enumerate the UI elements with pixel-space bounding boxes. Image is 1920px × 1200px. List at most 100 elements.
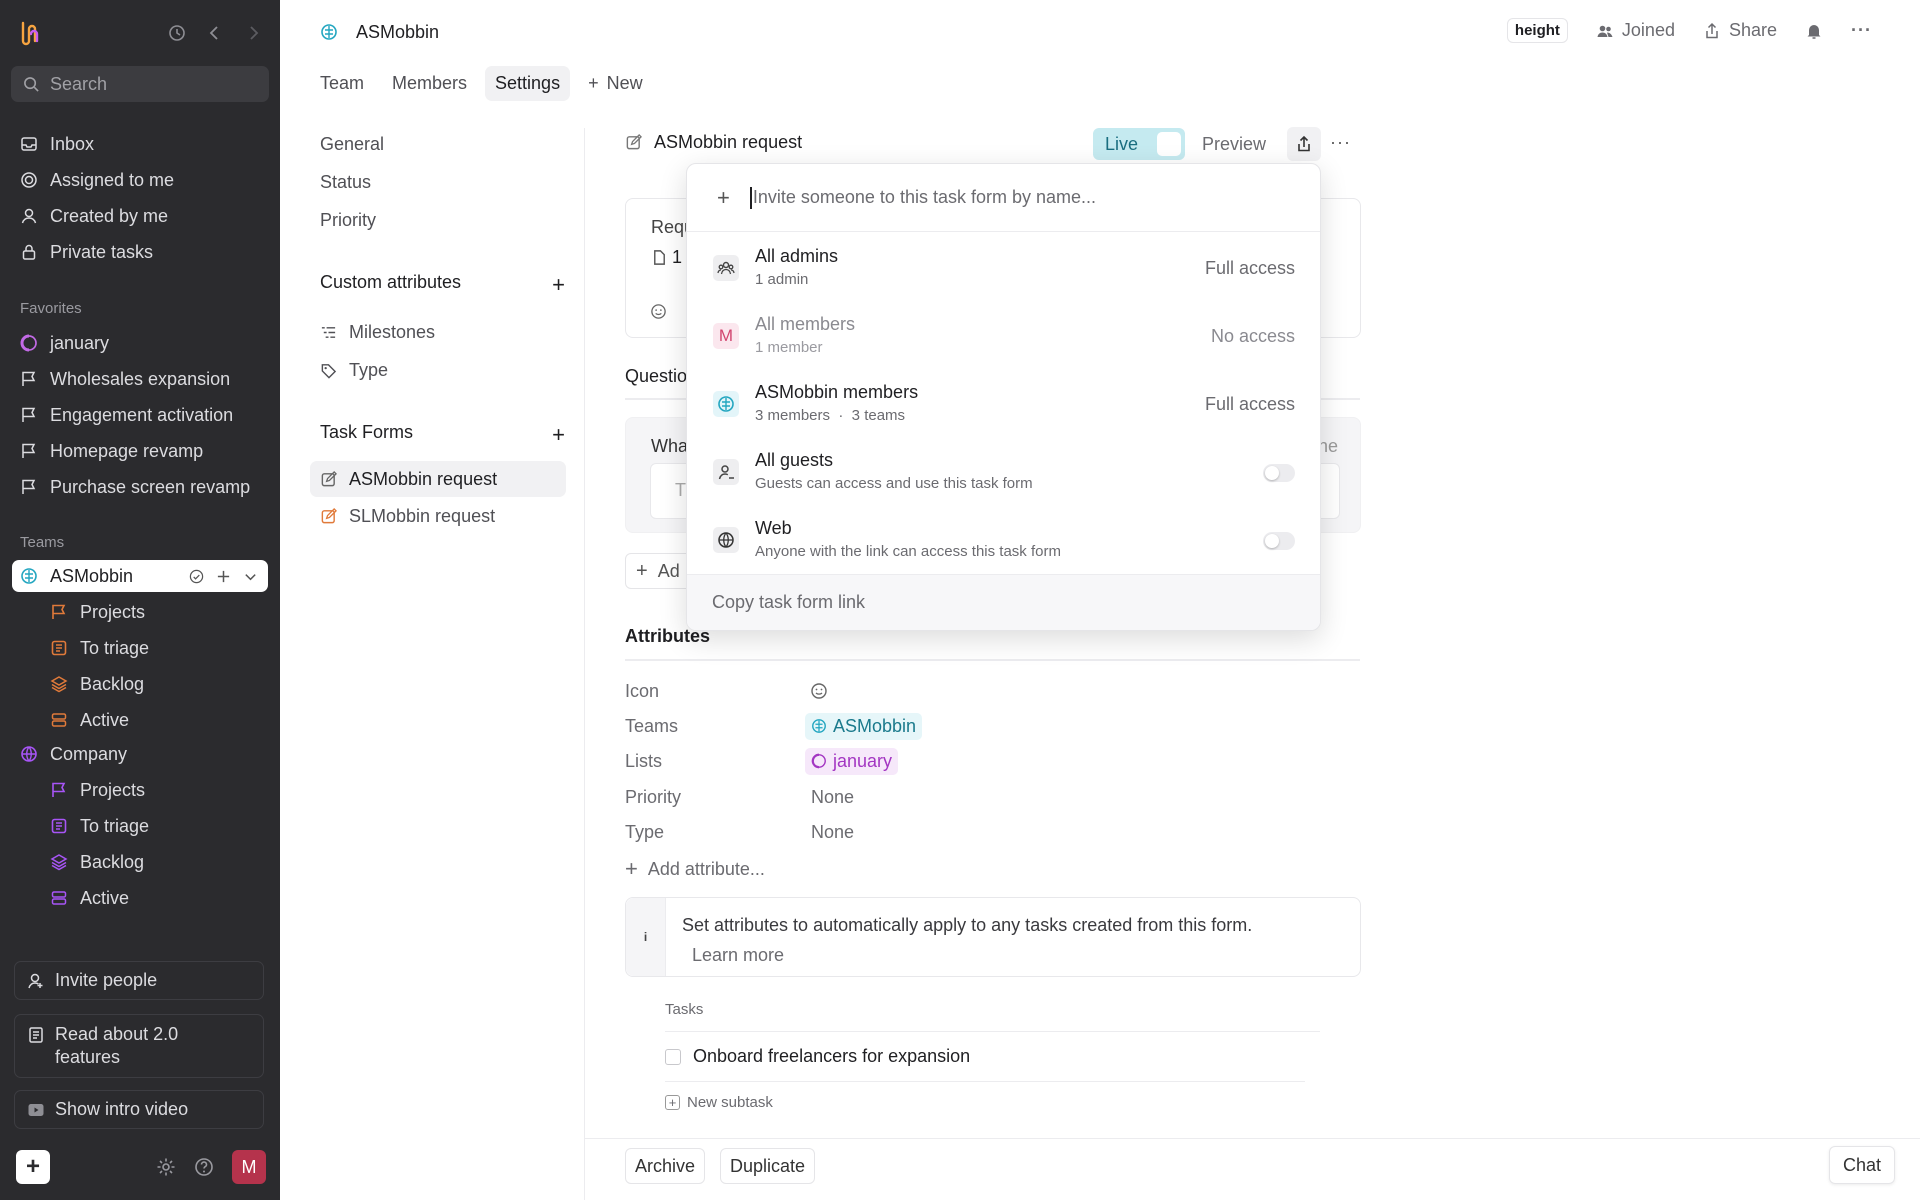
task-checkbox[interactable] <box>665 1048 681 1065</box>
sidebar-item-favorite[interactable]: Homepage revamp <box>12 435 268 467</box>
sidebar-item-favorite[interactable]: Wholesales expansion <box>12 363 268 395</box>
emoji-icon[interactable] <box>650 303 667 320</box>
preview-button[interactable]: Preview <box>1202 134 1266 155</box>
sidebar-item-favorite[interactable]: Engagement activation <box>12 399 268 431</box>
tasks-label: Tasks <box>665 1001 704 1018</box>
priority-value[interactable]: None <box>811 787 854 808</box>
joined-button[interactable]: Joined <box>1596 20 1675 41</box>
history-icon[interactable] <box>168 24 186 42</box>
sidebar-subitem-projects[interactable]: Projects <box>12 596 268 628</box>
access-level-dropdown[interactable]: Full access <box>1205 258 1295 279</box>
back-arrow-icon[interactable] <box>206 24 224 42</box>
show-intro-video-button[interactable]: Show intro video <box>14 1090 264 1129</box>
form-more-icon[interactable]: ··· <box>1330 132 1351 153</box>
access-level-dropdown[interactable]: No access <box>1211 326 1295 347</box>
more-icon[interactable]: ··· <box>1851 20 1872 41</box>
info-text: Set attributes to automatically apply to… <box>682 910 1252 970</box>
new-subtask-button[interactable]: + New subtask <box>665 1094 773 1111</box>
text-caret <box>749 186 752 209</box>
read-about-button[interactable]: Read about 2.0 features <box>14 1014 264 1078</box>
emoji-icon[interactable] <box>810 682 828 700</box>
create-button[interactable]: + <box>16 1150 50 1184</box>
tab-members[interactable]: Members <box>382 66 477 101</box>
team-chip[interactable]: ASMobbin <box>805 712 923 740</box>
access-sub: Anyone with the link can access this tas… <box>755 543 1061 560</box>
share-form-button[interactable] <box>1287 127 1321 161</box>
check-circle-icon[interactable] <box>189 569 204 584</box>
learn-more-link[interactable]: Learn more <box>692 945 784 965</box>
archive-button[interactable]: Archive <box>625 1148 706 1184</box>
search-input[interactable]: Search <box>11 66 269 102</box>
add-attribute-button[interactable]: + Add attribute... <box>625 856 765 882</box>
guests-toggle[interactable] <box>1263 464 1295 482</box>
sidebar-subitem-backlog[interactable]: Backlog <box>12 846 268 878</box>
invite-input[interactable]: + Invite someone to this task form by na… <box>687 164 1320 232</box>
tab-new[interactable]: + New <box>578 66 653 101</box>
invite-people-button[interactable]: Invite people <box>14 961 264 1000</box>
copy-link-button[interactable]: Copy task form link <box>687 574 1320 630</box>
joined-label: Joined <box>1621 20 1675 40</box>
flag-icon <box>52 782 66 797</box>
access-row-web[interactable]: Web Anyone with the link can access this… <box>687 505 1320 573</box>
settings-nav-milestones[interactable]: Milestones <box>320 322 435 343</box>
list-circle-icon <box>20 334 37 352</box>
list-chip[interactable]: january <box>805 747 899 775</box>
add-question-label: Ad <box>657 560 680 581</box>
settings-nav-status[interactable]: Status <box>320 172 371 193</box>
sidebar-subitem-triage[interactable]: To triage <box>12 810 268 842</box>
tab-team[interactable]: Team <box>310 66 374 101</box>
sidebar-subitem-triage[interactable]: To triage <box>12 632 268 664</box>
tag-icon <box>321 364 337 379</box>
question-input-placeholder: T <box>675 480 686 500</box>
chevron-down-icon[interactable] <box>243 569 258 584</box>
team-brain-icon <box>21 568 37 584</box>
sidebar-item-created[interactable]: Created by me <box>12 200 268 232</box>
sidebar-subitem-backlog[interactable]: Backlog <box>12 668 268 700</box>
task-form-item-active[interactable]: ASMobbin request <box>310 461 566 497</box>
task-form-item[interactable]: SLMobbin request <box>320 506 495 527</box>
settings-nav-type[interactable]: Type <box>320 360 388 381</box>
type-value[interactable]: None <box>811 822 854 843</box>
user-avatar[interactable]: M <box>232 1150 266 1184</box>
team-brain-icon <box>713 391 739 417</box>
access-row-all-admins[interactable]: All admins 1 admin Full access <box>687 233 1320 301</box>
sidebar-team-company[interactable]: Company <box>12 738 268 770</box>
custom-attributes-heading: Custom attributes + <box>320 272 565 298</box>
forward-arrow-icon[interactable] <box>244 24 262 42</box>
chat-button[interactable]: Chat <box>1828 1146 1895 1184</box>
sidebar-subitem-projects[interactable]: Projects <box>12 774 268 806</box>
task-row[interactable]: Onboard freelancers for expansion <box>665 1046 970 1067</box>
sidebar-team-asmobbin[interactable]: ASMobbin <box>12 560 268 592</box>
access-row-all-members[interactable]: M All members 1 member No access <box>687 301 1320 369</box>
access-level-dropdown[interactable]: Full access <box>1205 394 1295 415</box>
add-attribute-plus-icon[interactable]: + <box>552 272 565 298</box>
add-task-form-plus-icon[interactable]: + <box>552 422 565 448</box>
access-name: Web <box>755 518 792 538</box>
access-row-all-guests[interactable]: All guests Guests can access and use thi… <box>687 437 1320 505</box>
share-button[interactable]: Share <box>1703 20 1777 41</box>
live-toggle[interactable]: Live <box>1093 128 1185 160</box>
help-icon[interactable] <box>194 1157 214 1177</box>
sidebar-item-inbox[interactable]: Inbox <box>12 128 268 160</box>
team-chip-label: ASMobbin <box>833 715 917 736</box>
sidebar-item-private[interactable]: Private tasks <box>12 236 268 268</box>
web-toggle[interactable] <box>1263 532 1295 550</box>
duplicate-button[interactable]: Duplicate <box>720 1148 816 1184</box>
height-logo-icon[interactable] <box>18 20 44 46</box>
plus-icon[interactable] <box>216 569 231 584</box>
milestones-icon <box>321 327 336 338</box>
bell-icon[interactable] <box>1805 22 1823 40</box>
edit-icon <box>626 134 642 150</box>
sidebar-item-january[interactable]: january <box>12 327 268 359</box>
access-row-asmobbin-members[interactable]: ASMobbin members 3 members · 3 teams Ful… <box>687 369 1320 437</box>
tab-settings[interactable]: Settings <box>485 66 571 101</box>
settings-nav-priority[interactable]: Priority <box>320 210 376 231</box>
settings-nav-general[interactable]: General <box>320 134 384 155</box>
sidebar-subitem-active[interactable]: Active <box>12 882 268 914</box>
sidebar-subitem-active[interactable]: Active <box>12 704 268 736</box>
gear-icon[interactable] <box>156 1157 176 1177</box>
height-badge[interactable]: height <box>1506 18 1568 43</box>
sidebar-item-assigned[interactable]: Assigned to me <box>12 164 268 196</box>
task-form-label: ASMobbin request <box>349 468 498 489</box>
sidebar-item-favorite[interactable]: Purchase screen revamp <box>12 471 268 503</box>
